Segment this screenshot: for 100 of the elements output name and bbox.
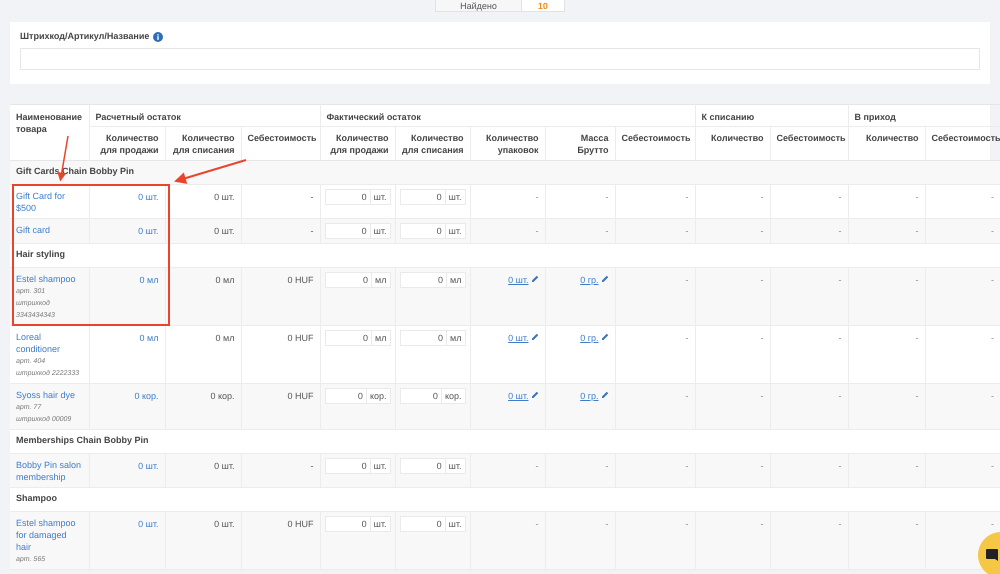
table-cell: - bbox=[686, 332, 688, 342]
table-cell: - bbox=[760, 332, 764, 342]
product-link[interactable]: Gift card bbox=[16, 224, 82, 236]
quantity-link[interactable]: 0 шт. bbox=[138, 518, 158, 528]
table-cell: - bbox=[838, 192, 842, 202]
product-link[interactable]: Gift Card for $500 bbox=[16, 190, 82, 214]
edit-link[interactable]: 0 шт. bbox=[508, 332, 528, 342]
quantity-field[interactable]: 0 шт. bbox=[400, 516, 466, 532]
product-link[interactable]: Loreal conditioner bbox=[16, 330, 82, 354]
quantity-field[interactable]: 0 шт. bbox=[400, 222, 466, 238]
quantity-field[interactable]: 0 мл bbox=[324, 330, 390, 346]
table-cell: - bbox=[760, 390, 764, 400]
table-cell: - bbox=[916, 192, 918, 202]
unit-label: кор. bbox=[366, 388, 390, 402]
table-cell: 0 шт. bbox=[214, 192, 234, 202]
column-group-header: В приход bbox=[854, 112, 896, 122]
table-cell: 0 HUF bbox=[287, 274, 314, 284]
product-link[interactable]: Estel shampoo bbox=[16, 272, 82, 284]
quantity-link[interactable]: 0 кор. bbox=[134, 390, 158, 400]
quantity-link[interactable]: 0 мл bbox=[140, 274, 158, 284]
unit-label: шт. bbox=[444, 516, 464, 530]
table-cell: - bbox=[838, 226, 842, 236]
table-cell: - bbox=[916, 274, 918, 284]
column-header: Количество для продажи bbox=[89, 126, 165, 160]
quantity-link[interactable]: 0 мл bbox=[140, 332, 158, 342]
quantity-link[interactable]: 0 шт. bbox=[138, 460, 158, 470]
table-cell: - bbox=[606, 192, 608, 202]
column-header: Количество упаковок bbox=[470, 126, 545, 160]
table-cell: 0 мл bbox=[216, 274, 234, 284]
info-icon bbox=[153, 32, 164, 42]
quantity-field[interactable]: 0 шт. bbox=[324, 188, 390, 204]
quantity-value: 0 bbox=[360, 190, 368, 204]
quantity-field[interactable]: 0 мл bbox=[400, 272, 466, 288]
quantity-link[interactable]: 0 шт. bbox=[138, 226, 158, 236]
quantity-field[interactable]: 0 мл bbox=[324, 272, 390, 288]
edit-link[interactable]: 0 шт. bbox=[508, 390, 528, 400]
table-cell: - bbox=[838, 460, 842, 470]
unit-label: шт. bbox=[444, 458, 464, 472]
quantity-value: 0 bbox=[356, 390, 364, 402]
column-header: Количество для списания bbox=[165, 126, 241, 160]
quantity-field[interactable]: 0 шт. bbox=[324, 222, 390, 238]
table-cell: - bbox=[536, 518, 538, 528]
quantity-field[interactable]: 0 шт. bbox=[400, 188, 466, 204]
quantity-value: 0 bbox=[436, 460, 443, 472]
search-label: Штрихкод/Артикул/Название bbox=[20, 30, 150, 43]
quantity-value: 0 bbox=[360, 460, 368, 472]
quantity-field[interactable]: 0 шт. bbox=[324, 516, 390, 532]
quantity-value: 0 bbox=[360, 518, 368, 530]
product-link[interactable]: Bobby Pin salon membership bbox=[16, 458, 82, 482]
quantity-field[interactable]: 0 шт. bbox=[400, 458, 466, 474]
table-cell: - bbox=[760, 518, 764, 528]
table-cell: - bbox=[310, 192, 314, 202]
table-cell: - bbox=[760, 274, 764, 284]
table-cell: - bbox=[991, 226, 994, 236]
unit-label: мл bbox=[446, 272, 464, 286]
chat-icon bbox=[986, 549, 998, 561]
table-cell: - bbox=[686, 518, 688, 528]
quantity-value: 0 bbox=[362, 274, 370, 286]
column-header: Себестоимость bbox=[925, 126, 1000, 160]
group-title: Shampoo bbox=[16, 493, 58, 504]
group-title: Hair styling bbox=[16, 249, 66, 260]
group-title: Gift Cards Chain Bobby Pin bbox=[16, 166, 134, 176]
table-cell: - bbox=[686, 226, 688, 236]
edit-link[interactable]: 0 гр. bbox=[580, 332, 598, 342]
quantity-field[interactable]: 0 шт. bbox=[324, 458, 390, 474]
pencil-icon bbox=[600, 390, 608, 398]
table-cell: 0 кор. bbox=[210, 390, 234, 400]
table-cell: - bbox=[606, 226, 608, 236]
unit-label: шт. bbox=[370, 516, 390, 530]
table-cell: - bbox=[310, 226, 314, 236]
table-cell: - bbox=[838, 274, 842, 284]
edit-link[interactable]: 0 шт. bbox=[508, 274, 528, 284]
table-cell: 0 HUF bbox=[287, 332, 314, 342]
unit-label: шт. bbox=[444, 224, 464, 238]
edit-link[interactable]: 0 гр. bbox=[580, 390, 598, 400]
quantity-field[interactable]: 0 кор. bbox=[324, 388, 390, 404]
product-link[interactable]: Estel shampoo for damaged hair bbox=[16, 516, 82, 552]
product-link[interactable]: Syoss hair dye bbox=[16, 388, 82, 400]
search-field[interactable] bbox=[20, 48, 980, 70]
column-header: Количество bbox=[848, 126, 925, 160]
table-cell: - bbox=[838, 518, 842, 528]
table-cell: - bbox=[686, 274, 688, 284]
table-cell: - bbox=[760, 192, 764, 202]
table-cell: - bbox=[916, 332, 918, 342]
quantity-link[interactable]: 0 шт. bbox=[138, 192, 158, 202]
column-header: Количество bbox=[695, 126, 770, 160]
table-cell: - bbox=[310, 460, 314, 470]
column-header: Себестоимость bbox=[615, 126, 695, 160]
unit-label: мл bbox=[446, 330, 464, 344]
unit-label: шт. bbox=[370, 224, 390, 238]
edit-link[interactable]: 0 гр. bbox=[580, 274, 598, 284]
column-header: Количество для продажи bbox=[320, 126, 395, 160]
table-cell: - bbox=[991, 192, 994, 202]
quantity-field[interactable]: 0 мл bbox=[400, 330, 466, 346]
column-group-header: К списанию bbox=[702, 112, 754, 122]
table-cell: - bbox=[916, 460, 918, 470]
quantity-field[interactable]: 0 кор. bbox=[400, 388, 466, 404]
pencil-icon bbox=[600, 332, 608, 340]
table-cell: - bbox=[991, 460, 994, 470]
table-cell: 0 HUF bbox=[287, 518, 314, 528]
